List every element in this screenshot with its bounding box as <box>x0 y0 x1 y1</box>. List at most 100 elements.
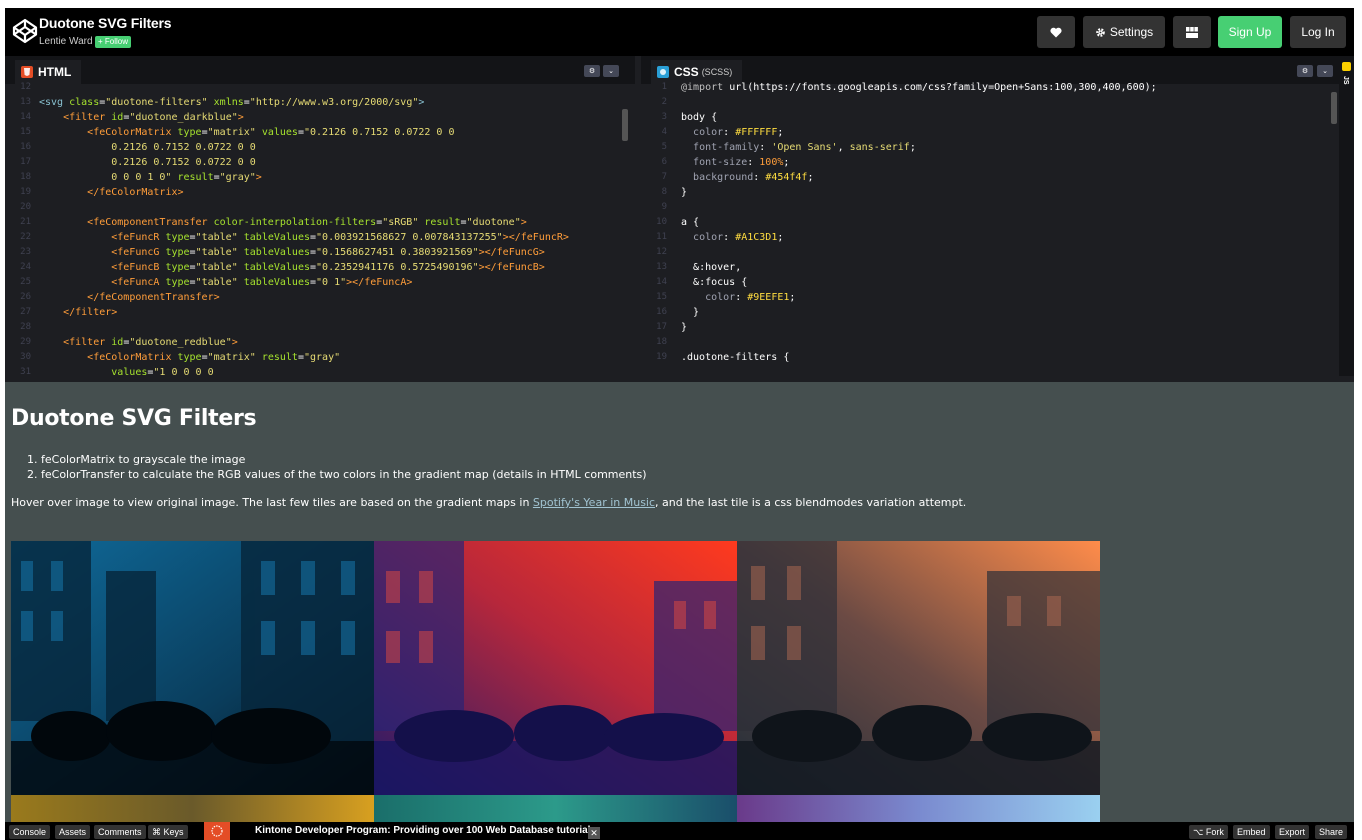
code-line[interactable]: 18 0 0 0 1 0" result="gray"> <box>5 170 635 185</box>
code-line[interactable]: 29 <filter id="duotone_redblue"> <box>5 335 635 350</box>
code-line[interactable]: 12 <box>641 245 1339 260</box>
code-line[interactable]: 28 <box>5 320 635 335</box>
code-text: 0.2126 0.7152 0.0722 0 0 <box>39 142 256 153</box>
line-number: 30 <box>20 352 31 362</box>
code-line[interactable]: 15 <feColorMatrix type="matrix" values="… <box>5 125 635 140</box>
settings-button[interactable]: Settings <box>1083 16 1165 48</box>
code-line[interactable]: 22 <feFuncR type="table" tableValues="0.… <box>5 230 635 245</box>
codepen-logo-icon[interactable] <box>11 17 39 45</box>
duotone-tile-purple[interactable] <box>737 795 1100 822</box>
code-line[interactable]: 1 @import url(https://fonts.googleapis.co… <box>641 80 1339 95</box>
code-line[interactable]: 31 values="1 0 0 0 0 <box>5 365 635 376</box>
html-settings-icon[interactable]: ⚙ <box>584 65 600 77</box>
code-line[interactable]: 13 <svg class="duotone-filters" xmlns="ht… <box>5 95 635 110</box>
assets-button[interactable]: Assets <box>55 825 91 839</box>
code-line[interactable]: 17} <box>641 320 1339 335</box>
line-number: 8 <box>661 187 667 197</box>
preview-description: Hover over image to view original image.… <box>11 496 966 509</box>
css-code-area[interactable]: 1 @import url(https://fonts.googleapis.co… <box>641 82 1339 376</box>
codepen-app: Duotone SVG Filters Lentie Ward + Follow… <box>5 8 1354 840</box>
embed-button[interactable]: Embed <box>1233 825 1270 839</box>
code-line[interactable]: 19 </feColorMatrix> <box>5 185 635 200</box>
css-scrollbar[interactable] <box>1331 92 1337 124</box>
line-number: 18 <box>656 337 667 347</box>
code-line[interactable]: 16 } <box>641 305 1339 320</box>
duotone-tile-yellow[interactable] <box>11 795 374 822</box>
share-button[interactable]: Share <box>1315 825 1348 839</box>
heart-icon <box>1050 27 1062 37</box>
code-line[interactable]: 23 <feFuncG type="table" tableValues="0.… <box>5 245 635 260</box>
line-number: 17 <box>656 322 667 332</box>
code-text: font-family: 'Open Sans', sans-serif; <box>693 142 916 153</box>
code-line[interactable]: 18 <box>641 335 1339 350</box>
ad-close-icon[interactable]: ✕ <box>588 827 600 839</box>
code-line[interactable]: 27 </filter> <box>5 305 635 320</box>
css-collapse-chevron-icon[interactable]: ⌄ <box>1317 65 1333 77</box>
console-button[interactable]: Console <box>9 825 51 839</box>
layout-icon <box>1186 26 1198 38</box>
css-settings-icon[interactable]: ⚙ <box>1297 65 1313 77</box>
code-line[interactable]: 20 <box>5 200 635 215</box>
author-name[interactable]: Lentie Ward <box>39 36 93 47</box>
code-line[interactable]: 25 <feFuncA type="table" tableValues="0 … <box>5 275 635 290</box>
export-button[interactable]: Export <box>1275 825 1310 839</box>
code-line[interactable]: 16 0.2126 0.7152 0.0722 0 0 <box>5 140 635 155</box>
code-line[interactable]: 14 <filter id="duotone_darkblue"> <box>5 110 635 125</box>
log-in-button[interactable]: Log In <box>1290 16 1346 48</box>
css3-icon <box>657 66 669 78</box>
code-line[interactable]: 21 <feComponentTransfer color-interpolat… <box>5 215 635 230</box>
comments-button[interactable]: Comments <box>94 825 146 839</box>
html-code-area[interactable]: 12 13 <svg class="duotone-filters" xmlns="… <box>5 82 635 376</box>
fork-button[interactable]: ⌥ Fork <box>1189 825 1228 839</box>
code-line[interactable]: 19 .duotone-filters { <box>641 350 1339 365</box>
duotone-tile-teal[interactable] <box>374 795 737 822</box>
code-line[interactable]: 2 <box>641 95 1339 110</box>
code-line[interactable]: 8} <box>641 185 1339 200</box>
code-line[interactable]: 17 0.2126 0.7152 0.0722 0 0 <box>5 155 635 170</box>
html-collapse-chevron-icon[interactable]: ⌄ <box>603 65 619 77</box>
code-text: <filter id="duotone_darkblue"> <box>63 112 244 123</box>
code-line[interactable]: 14 &:focus { <box>641 275 1339 290</box>
line-number: 16 <box>656 307 667 317</box>
js-editor-collapsed[interactable]: JS <box>1339 56 1354 376</box>
code-text: </feColorMatrix> <box>87 187 184 198</box>
settings-label: Settings <box>1109 25 1154 39</box>
code-line[interactable]: 26 </feComponentTransfer> <box>5 290 635 305</box>
ad-logo-icon[interactable] <box>204 822 230 840</box>
code-line[interactable]: 13 &:hover, <box>641 260 1339 275</box>
code-line[interactable]: 10 a { <box>641 215 1339 230</box>
code-line[interactable]: 24 <feFuncB type="table" tableValues="0.… <box>5 260 635 275</box>
line-number: 18 <box>20 172 31 182</box>
heart-button[interactable] <box>1037 16 1075 48</box>
code-line[interactable]: 3 body { <box>641 110 1339 125</box>
ad-text[interactable]: Kintone Developer Program: Providing ove… <box>255 825 596 836</box>
code-line[interactable]: 15 color: #9EEFE1; <box>641 290 1339 305</box>
duotone-tile-darkblue[interactable] <box>11 541 374 795</box>
code-line[interactable]: 30 <feColorMatrix type="matrix" result="… <box>5 350 635 365</box>
description-text: Hover over image to view original image.… <box>11 496 533 509</box>
line-number: 20 <box>20 202 31 212</box>
follow-button[interactable]: + Follow <box>95 36 132 48</box>
code-text: <feComponentTransfer color-interpolation… <box>87 217 527 228</box>
sign-up-button[interactable]: Sign Up <box>1218 16 1282 48</box>
code-line[interactable]: 9 <box>641 200 1339 215</box>
code-text: 0.2126 0.7152 0.0722 0 0 <box>39 157 256 168</box>
preview-heading: Duotone SVG Filters <box>11 406 257 431</box>
code-line[interactable]: 12 <box>5 80 635 95</box>
code-text: &:focus { <box>693 277 748 288</box>
line-number: 26 <box>20 292 31 302</box>
code-line[interactable]: 4 color: #FFFFFF; <box>641 125 1339 140</box>
duotone-tile-orange[interactable] <box>737 541 1100 795</box>
html-scrollbar[interactable] <box>622 109 628 141</box>
duotone-tile-redblue[interactable] <box>374 541 737 795</box>
line-number: 14 <box>20 112 31 122</box>
spotify-link[interactable]: Spotify's Year in Music <box>533 496 655 509</box>
code-line[interactable]: 5 font-family: 'Open Sans', sans-serif; <box>641 140 1339 155</box>
code-line[interactable]: 6 font-size: 100%; <box>641 155 1339 170</box>
line-number: 6 <box>661 157 667 167</box>
keys-button[interactable]: ⌘ Keys <box>148 825 188 839</box>
code-line[interactable]: 7 background: #454f4f; <box>641 170 1339 185</box>
line-number: 21 <box>20 217 31 227</box>
layout-button[interactable] <box>1173 16 1211 48</box>
code-line[interactable]: 11 color: #A1C3D1; <box>641 230 1339 245</box>
